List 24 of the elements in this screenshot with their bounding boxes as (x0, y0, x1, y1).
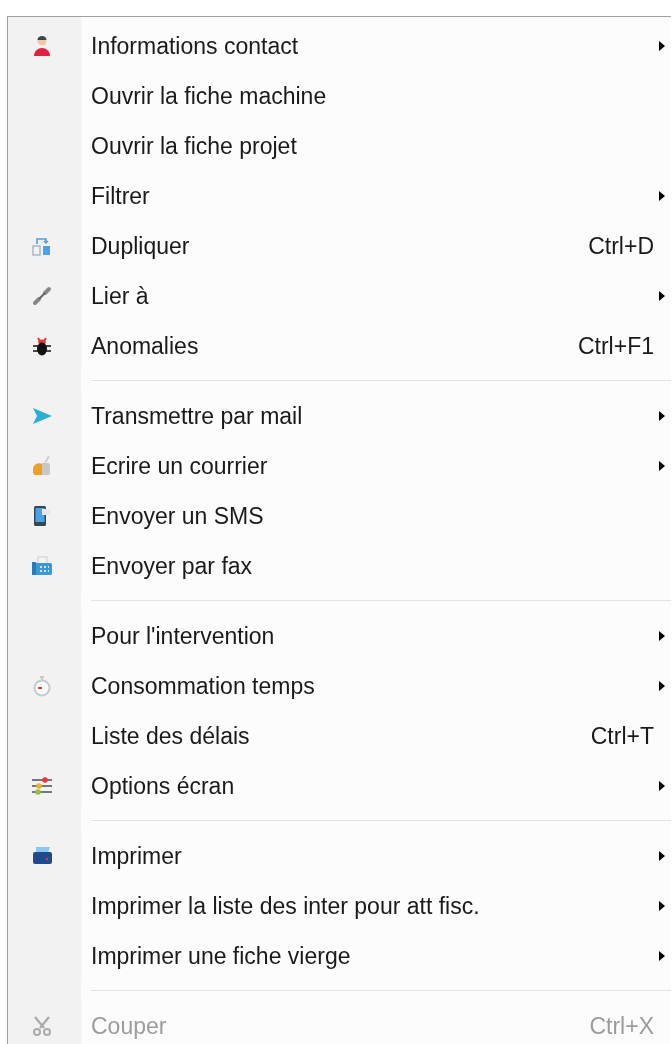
menu-item[interactable]: Dupliquer Ctrl+D (8, 221, 671, 271)
shortcut-text: Ctrl+T (590, 722, 654, 750)
shortcut-text: Ctrl+D (588, 232, 654, 260)
menu-item[interactable]: Ouvrir la fiche machine (8, 71, 671, 121)
menu-item[interactable]: Imprimer (8, 831, 671, 881)
menu-item[interactable]: Filtrer (8, 171, 671, 221)
menu-item[interactable]: Imprimer une fiche vierge (8, 931, 671, 981)
menu-item[interactable]: Options écran (8, 761, 671, 811)
menu-item[interactable]: Ouvrir la fiche projet (8, 121, 671, 171)
shortcut-text: Ctrl+X (589, 1012, 654, 1040)
menu-item[interactable]: Informations contact (8, 21, 671, 71)
fax-icon (29, 554, 54, 578)
shortcut-text: Ctrl+F1 (577, 332, 654, 360)
menu-item[interactable]: Transmettre par mail (8, 391, 671, 441)
menu-item[interactable]: Imprimer la liste des inter pour att fisc. (8, 881, 671, 931)
menu-item[interactable]: Ecrire un courrier (8, 441, 671, 491)
menu-item[interactable]: Lier à (8, 271, 671, 321)
sliders-icon (29, 774, 54, 798)
menu-item[interactable]: Pour l'intervention (8, 611, 671, 661)
menu-item[interactable]: Envoyer un SMS (8, 491, 671, 541)
menu-item[interactable]: Consommation temps (8, 661, 671, 711)
menu-item[interactable]: Envoyer par fax (8, 541, 671, 591)
menu-item[interactable]: Liste des délais Ctrl+T (8, 711, 671, 761)
menu-item[interactable]: Anomalies Ctrl+F1 (8, 321, 671, 371)
